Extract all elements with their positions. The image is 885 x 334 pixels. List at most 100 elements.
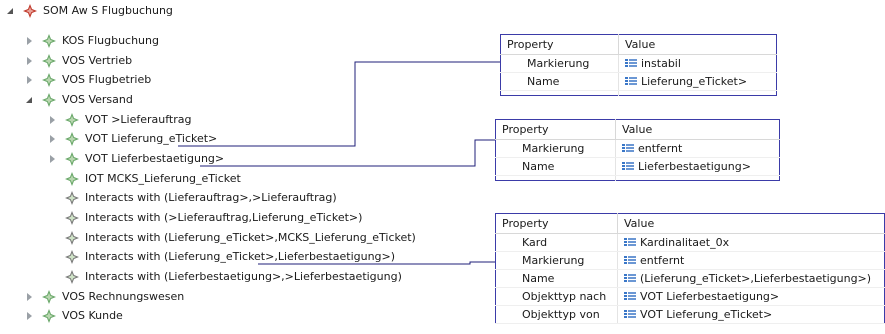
property-key: Markierung [500,54,619,73]
tree-item-vos-versand[interactable]: VOS Versand [24,91,133,109]
tree-item-label: KOS Flugbuchung [62,34,159,47]
tree-item-label: VOS Vertrieb [62,54,133,67]
list-value-icon [624,310,636,319]
diamond-star-icon [42,34,56,48]
property-value-cell[interactable]: Lieferung_eTicket> [618,72,777,91]
list-value-icon [624,274,636,283]
collapse-toggle-icon[interactable] [24,55,36,67]
tree-item-label: Interacts with (Lieferung_eTicket>,Liefe… [85,250,396,263]
tree-item-interacts-1[interactable]: Interacts with (Lieferauftrag>,>Lieferau… [47,189,337,207]
tree-item-vos-flugbetrieb[interactable]: VOS Flugbetrieb [24,71,151,89]
connector-line-1 [178,61,500,147]
property-value: Kardinalitaet_0x [640,236,730,249]
table-row[interactable]: Kard Kardinalitaet_0x [495,233,885,252]
property-table-2: Property Value Markierung entfernt Name … [495,119,780,181]
list-value-icon [625,77,637,86]
property-value-cell[interactable]: VOT Lieferbestaetigung> [617,287,885,306]
tree-item-label: VOT >Lieferauftrag [85,113,192,126]
table-row[interactable]: Markierung entfernt [495,139,780,158]
property-key: Markierung [495,139,616,158]
tree-item-vos-rechnungswesen[interactable]: VOS Rechnungswesen [24,288,184,306]
property-value-cell[interactable]: entfernt [617,251,885,270]
table-row[interactable]: Objekttyp von VOT Lieferung_eTicket> [495,305,885,324]
property-value-cell[interactable]: entfernt [615,139,780,158]
tree-item-label: VOS Versand [62,93,133,106]
property-value: entfernt [640,254,685,267]
table-row[interactable]: Markierung instabil [500,54,777,73]
table-row[interactable]: Name (Lieferung_eTicket>,Lieferbestaetig… [495,269,885,288]
connector-line-2 [200,139,495,167]
tree-item-label: IOT MCKS_Lieferung_eTicket [85,172,241,185]
collapse-toggle-icon[interactable] [24,74,36,86]
tree-item-label: VOS Flugbetrieb [62,73,152,86]
property-value-cell[interactable]: instabil [618,54,777,73]
tree-item-kos-flugbuchung[interactable]: KOS Flugbuchung [24,32,159,50]
diamond-star-icon [65,270,79,284]
diamond-star-icon [65,132,79,146]
tree-item-vos-kunde[interactable]: VOS Kunde [24,307,123,325]
diamond-star-icon [42,73,56,87]
property-key: Name [495,269,618,288]
expand-toggle-icon[interactable] [24,94,36,106]
property-value-cell[interactable]: Kardinalitaet_0x [617,233,885,252]
table-row[interactable]: Name Lieferung_eTicket> [500,72,777,91]
value-column-header: Value [617,213,885,234]
tree-item-vot-lieferung-eticket[interactable]: VOT Lieferung_eTicket> [47,130,217,148]
list-value-icon [625,59,637,68]
tree-item-interacts-4[interactable]: Interacts with (Lieferung_eTicket>,Liefe… [47,248,395,266]
tree-item-interacts-3[interactable]: Interacts with (Lieferung_eTicket>,MCKS_… [47,229,416,247]
tree-item-label: VOS Kunde [62,309,123,322]
collapse-toggle-icon[interactable] [24,35,36,47]
list-value-icon [624,238,636,247]
collapse-toggle-icon[interactable] [47,133,59,145]
tree-item-vot-lieferbestaetigung[interactable]: VOT Lieferbestaetigung> [47,150,224,168]
property-value: (Lieferung_eTicket>,Lieferbestaetigung>) [640,272,872,285]
property-column-header: Property [495,119,616,140]
table-row[interactable]: Name Lieferbestaetigung> [495,157,780,176]
list-value-icon [624,292,636,301]
property-key: Name [495,157,616,176]
tree-item-label: VOS Rechnungswesen [62,290,185,303]
collapse-toggle-icon[interactable] [24,291,36,303]
tree-item-label: VOT Lieferung_eTicket> [85,132,218,145]
property-value-cell[interactable]: (Lieferung_eTicket>,Lieferbestaetigung>) [617,269,885,288]
property-value-cell[interactable]: VOT Lieferung_eTicket> [617,305,885,324]
property-key: Name [500,72,619,91]
tree-item-interacts-5[interactable]: Interacts with (Lieferbestaetigung>,>Lie… [47,268,402,286]
property-value: VOT Lieferung_eTicket> [640,308,773,321]
tree-item-label: Interacts with (Lieferung_eTicket>,MCKS_… [85,231,416,244]
table-row[interactable]: Markierung entfernt [495,251,885,270]
property-key: Kard [495,233,618,252]
collapse-toggle-icon[interactable] [24,310,36,322]
tree-root[interactable]: SOM Aw S Flugbuchung [5,2,173,20]
property-value-cell[interactable]: Lieferbestaetigung> [615,157,780,176]
property-value: entfernt [638,142,683,155]
property-key: Objekttyp von [495,305,618,324]
property-key: Objekttyp nach [495,287,618,306]
collapse-toggle-icon[interactable] [47,153,59,165]
property-value: VOT Lieferbestaetigung> [640,290,780,303]
tree-item-interacts-2[interactable]: Interacts with (>Lieferauftrag,Lieferung… [47,209,362,227]
value-column-header: Value [615,119,780,140]
tree-item-label: Interacts with (Lieferauftrag>,>Lieferau… [85,191,337,204]
expand-toggle-icon[interactable] [5,5,17,17]
diamond-star-icon [65,211,79,225]
list-value-icon [622,144,634,153]
diamond-star-icon [42,309,56,323]
tree-item-iot-mcks[interactable]: IOT MCKS_Lieferung_eTicket [47,170,241,188]
root-diamond-icon [23,4,37,18]
property-value: Lieferung_eTicket> [641,75,748,88]
property-column-header: Property [495,213,618,234]
value-column-header: Value [618,34,777,55]
tree-item-vot-lieferauftrag[interactable]: VOT >Lieferauftrag [47,111,192,129]
tree-item-label: Interacts with (>Lieferauftrag,Lieferung… [85,211,363,224]
diamond-star-icon [65,250,79,264]
diamond-star-icon [65,113,79,127]
tree-item-vos-vertrieb[interactable]: VOS Vertrieb [24,52,132,70]
diamond-star-icon [65,152,79,166]
property-table-1: Property Value Markierung instabil Name … [500,34,777,96]
table-row[interactable]: Objekttyp nach VOT Lieferbestaetigung> [495,287,885,306]
tree-item-label: VOT Lieferbestaetigung> [85,152,225,165]
collapse-toggle-icon[interactable] [47,114,59,126]
diamond-star-icon [42,54,56,68]
